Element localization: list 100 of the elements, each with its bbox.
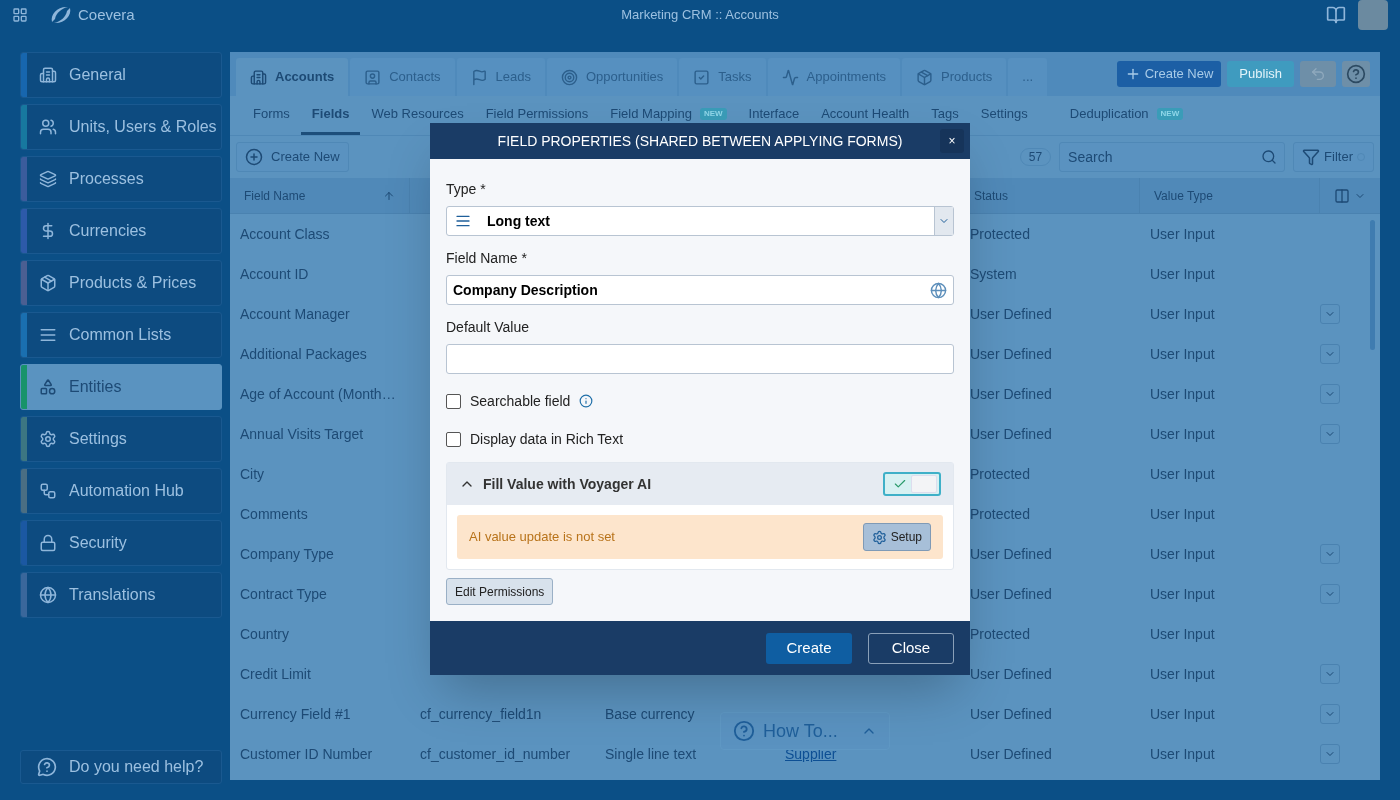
column-header[interactable]: Field Name — [230, 178, 410, 213]
close-button[interactable]: × — [940, 129, 964, 153]
checkbox-label: Searchable field — [470, 391, 571, 411]
value-type-cell-text: User Input — [1149, 264, 1216, 284]
row-menu-button[interactable] — [1320, 744, 1340, 764]
toggle-switch[interactable] — [883, 472, 941, 496]
search-field[interactable]: Search — [1059, 142, 1286, 172]
sidebar-item[interactable]: Currencies — [20, 208, 222, 254]
sidebar-item[interactable]: Products & Prices — [20, 260, 222, 306]
sub-tab[interactable]: Deduplication NEW — [1058, 95, 1195, 135]
sidebar-item[interactable]: General — [20, 52, 222, 98]
row-menu-button[interactable] — [1320, 584, 1340, 604]
field-value: Company Description — [453, 280, 599, 300]
sidebar-item[interactable]: Automation Hub — [20, 468, 222, 514]
value-type-cell-text: User Input — [1149, 304, 1216, 324]
publish-button[interactable]: Publish — [1227, 61, 1294, 87]
search-icon — [1261, 149, 1278, 165]
status-cell-text: System — [969, 264, 1018, 284]
setup-button[interactable]: Setup — [862, 523, 931, 551]
status-cell-text: Protected — [969, 464, 1031, 484]
value-type-cell-text: User Input — [1149, 464, 1216, 484]
column-header[interactable]: Value Type — [1140, 178, 1320, 213]
how-to-label: How To... — [763, 719, 838, 743]
ai-panel-title: Fill Value with Voyager AI — [483, 474, 652, 494]
field-label: Type * — [446, 180, 487, 199]
sidebar-item[interactable]: Entities — [20, 364, 222, 410]
checkbox[interactable] — [446, 393, 461, 409]
entity-tab[interactable]: Accounts — [236, 58, 349, 96]
globe-icon[interactable] — [930, 281, 947, 299]
sidebar-item[interactable]: Translations — [20, 572, 222, 618]
tab-icon — [916, 68, 934, 86]
create-new-button[interactable]: Create New — [1116, 61, 1222, 87]
edit-permissions-button[interactable]: Edit Permissions — [446, 578, 554, 605]
create-button[interactable]: Create — [766, 632, 852, 664]
info-icon[interactable] — [579, 394, 594, 408]
field-name-cell-text: Annual Visits Target — [239, 424, 365, 444]
tab-icon — [560, 68, 578, 86]
sidebar-item-icon — [39, 274, 57, 292]
tab-icon — [693, 68, 711, 86]
scrollbar-thumb[interactable] — [1370, 220, 1375, 350]
status-cell-text: User Defined — [969, 664, 1053, 684]
toggle-knob — [911, 475, 937, 493]
sidebar-item[interactable]: Common Lists — [20, 312, 222, 358]
field-name-cell-text: Comments — [239, 504, 309, 524]
apps-grid-icon[interactable] — [12, 7, 28, 23]
value-type-cell-text: User Input — [1149, 584, 1216, 604]
tab-icon — [470, 68, 488, 86]
field-label: Field Name * — [446, 249, 528, 268]
row-menu-button[interactable] — [1320, 424, 1340, 444]
gear-icon — [871, 529, 887, 545]
table-cell: cf_customer_id_number — [420, 745, 571, 762]
how-to-widget[interactable]: How To... — [720, 712, 890, 750]
entity-tab[interactable]: ... — [1008, 58, 1048, 96]
sidebar-item[interactable]: Units, Users & Roles — [20, 104, 222, 150]
value-type-cell-text: User Input — [1149, 664, 1216, 684]
help-button[interactable] — [1342, 61, 1370, 87]
help-button[interactable]: Do you need help? — [20, 750, 222, 784]
field-name-cell-text: Customer ID Number — [239, 744, 374, 764]
status-cell-text: User Defined — [969, 304, 1053, 324]
row-menu-button[interactable] — [1320, 704, 1340, 724]
row-menu-button[interactable] — [1320, 304, 1340, 324]
checkbox-label: Display data in Rich Text — [470, 429, 624, 449]
help-icon — [733, 720, 755, 742]
table-cell: cf_currency_field1n — [420, 705, 542, 722]
status-cell-text: User Defined — [969, 584, 1053, 604]
sidebar-item-icon — [39, 378, 57, 396]
checkbox[interactable] — [446, 431, 461, 447]
row-menu-button[interactable] — [1320, 664, 1340, 684]
sidebar-item-icon — [39, 586, 57, 604]
sub-tab[interactable]: Forms — [242, 95, 301, 135]
status-cell-text: Protected — [969, 224, 1031, 244]
type-select[interactable]: Long text — [446, 206, 954, 236]
sidebar-item[interactable]: Security — [20, 520, 222, 566]
status-cell-text: User Defined — [969, 384, 1053, 404]
input-field[interactable]: Company Description — [446, 275, 954, 305]
filter-button[interactable]: Filter — [1293, 142, 1374, 172]
sidebar-item-icon — [39, 118, 57, 136]
columns-icon[interactable] — [1334, 187, 1350, 204]
row-menu-button[interactable] — [1320, 544, 1340, 564]
sidebar-item[interactable]: Processes — [20, 156, 222, 202]
table-cell: Single line text — [605, 745, 697, 762]
status-cell-text: User Defined — [969, 704, 1053, 724]
sidebar-item[interactable]: Settings — [20, 416, 222, 462]
sub-tab[interactable]: Fields — [300, 95, 361, 135]
table-cell: Base currency — [605, 705, 695, 722]
avatar[interactable] — [1358, 0, 1388, 30]
input-field[interactable] — [446, 344, 954, 374]
book-icon[interactable] — [1326, 5, 1346, 25]
value-type-cell-text: User Input — [1149, 704, 1216, 724]
create-new-button[interactable]: Create New — [236, 142, 349, 172]
row-menu-button[interactable] — [1320, 384, 1340, 404]
row-menu-button[interactable] — [1320, 344, 1340, 364]
sub-tab[interactable]: Settings — [969, 95, 1039, 135]
close-button[interactable]: Close — [868, 632, 954, 664]
tab-icon — [781, 68, 799, 86]
help-icon — [1346, 64, 1366, 84]
value-type-cell-text: User Input — [1149, 744, 1216, 764]
field-name-cell-text: Contract Type — [239, 584, 328, 604]
sub-tab[interactable]: Web Resources — [360, 95, 475, 135]
undo-button[interactable] — [1300, 61, 1336, 87]
